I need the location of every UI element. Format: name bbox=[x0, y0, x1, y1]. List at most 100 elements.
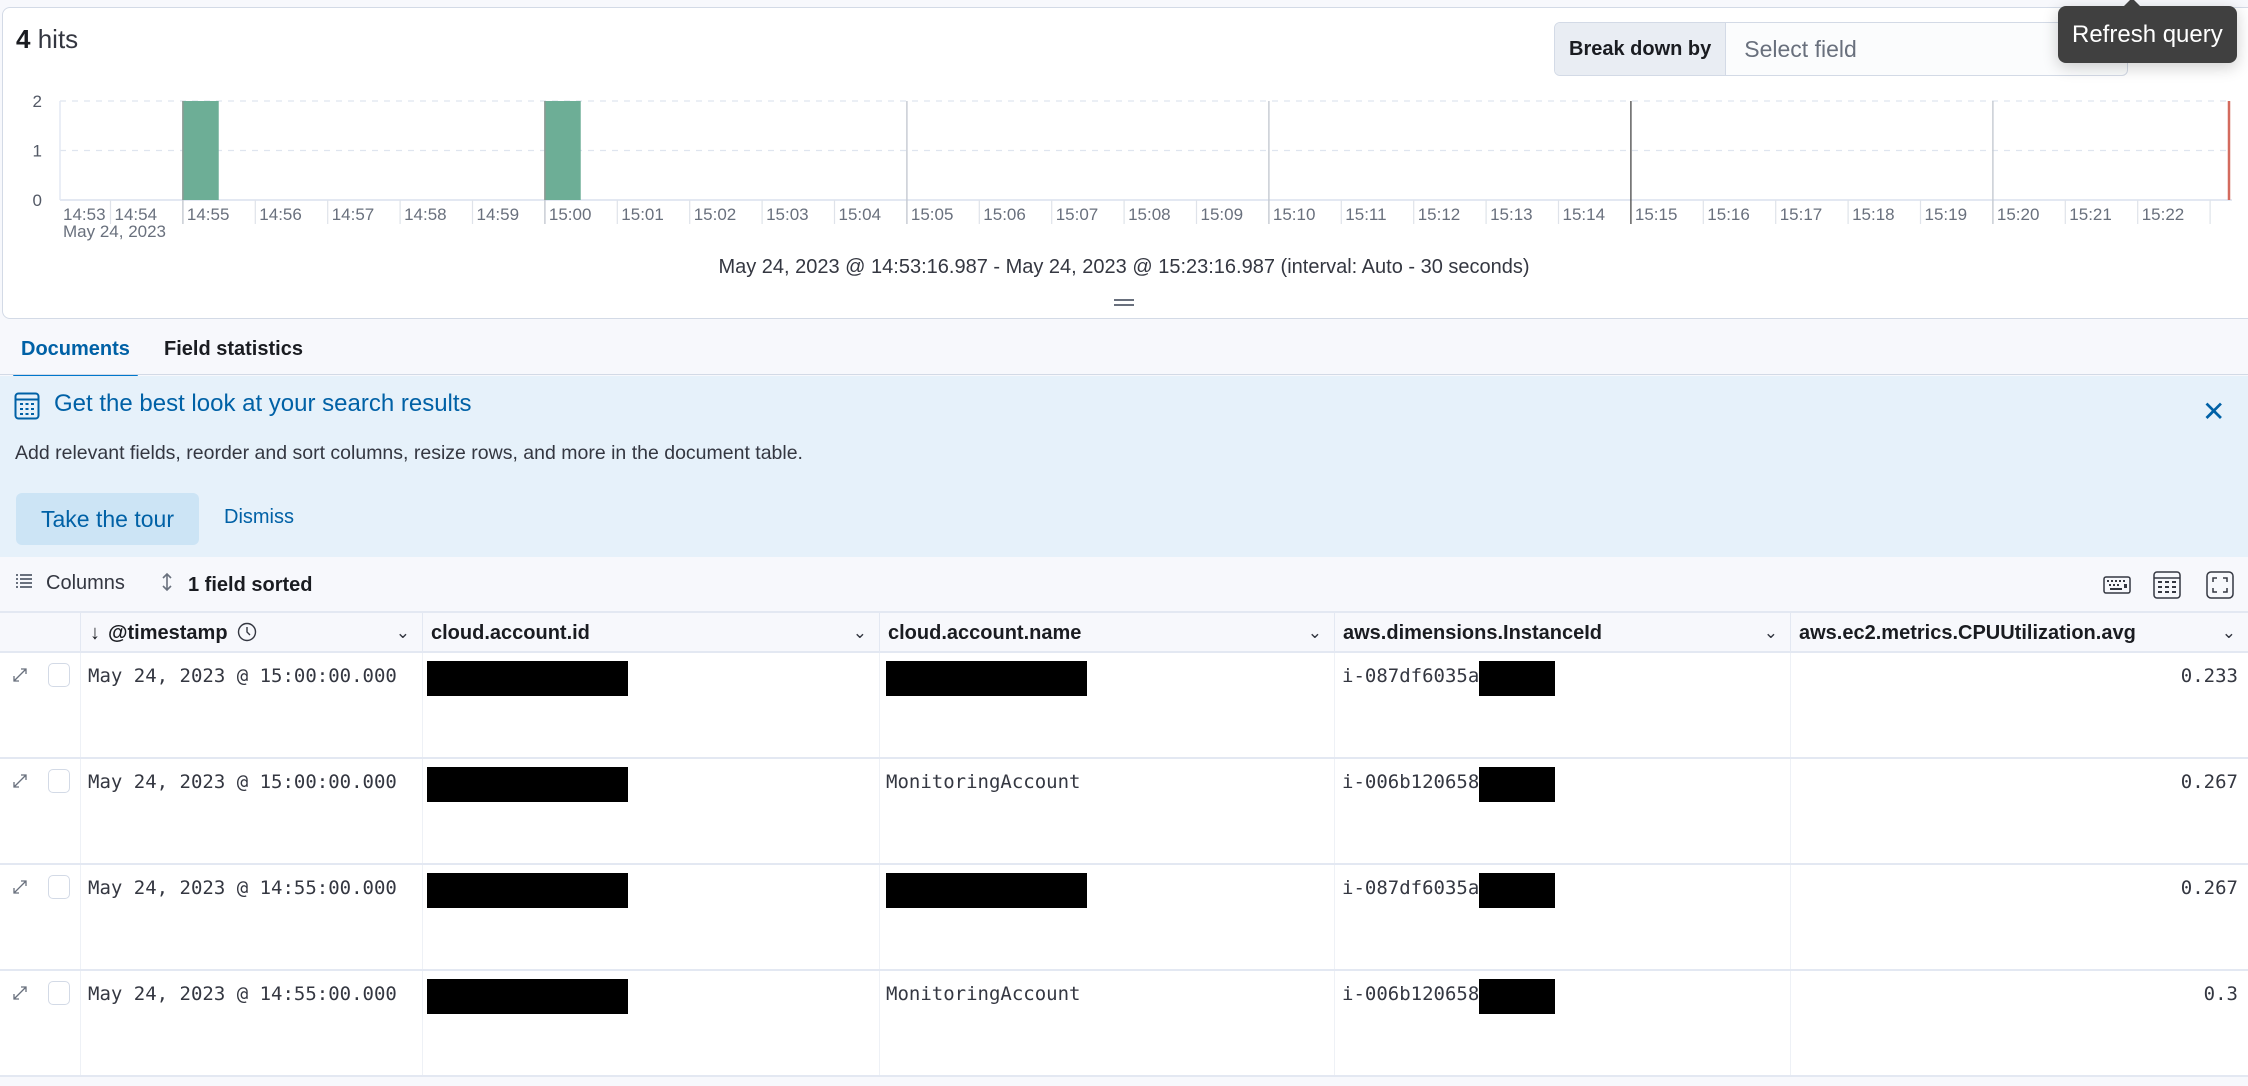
x-tick-label: 15:17 bbox=[1780, 205, 1823, 224]
column-label: cloud.account.name bbox=[888, 622, 1082, 644]
x-tick-label: 15:18 bbox=[1852, 205, 1895, 224]
x-tick-label: 15:09 bbox=[1201, 205, 1244, 224]
instance-id-text: i-087df6035a bbox=[1342, 877, 1480, 899]
take-tour-button[interactable]: Take the tour bbox=[16, 493, 199, 545]
chevron-down-icon[interactable]: ⌄ bbox=[1308, 613, 1322, 653]
keyboard-shortcuts-icon[interactable] bbox=[2103, 576, 2131, 599]
sort-icon bbox=[160, 572, 174, 598]
cell-account-id bbox=[422, 865, 879, 969]
x-tick-label: 15:11 bbox=[1345, 205, 1386, 224]
x-tick-label: 15:16 bbox=[1707, 205, 1750, 224]
column-label: cloud.account.id bbox=[431, 622, 590, 644]
y-tick-label: 1 bbox=[33, 142, 42, 161]
instance-id-text: i-006b120658 bbox=[1342, 983, 1480, 1005]
expand-icon[interactable] bbox=[10, 771, 30, 796]
chevron-down-icon[interactable]: ⌄ bbox=[853, 613, 867, 653]
hits-number: 4 bbox=[16, 24, 31, 54]
x-tick-label: 15:02 bbox=[694, 205, 737, 224]
x-tick-label: 14:56 bbox=[259, 205, 302, 224]
row-checkbox[interactable] bbox=[48, 769, 70, 793]
density-icon[interactable] bbox=[2153, 571, 2181, 604]
expand-icon[interactable] bbox=[10, 877, 30, 902]
cell-timestamp: May 24, 2023 @ 14:55:00.000 bbox=[80, 971, 422, 1075]
column-label: aws.ec2.metrics.CPUUtilization.avg bbox=[1799, 622, 2136, 644]
x-axis-date-label: May 24, 2023 bbox=[63, 222, 166, 241]
column-header-timestamp[interactable]: ↓ @timestamp ⌄ bbox=[80, 613, 422, 653]
column-header-instance-id[interactable]: aws.dimensions.InstanceId ⌄ bbox=[1334, 613, 1790, 653]
expand-icon[interactable] bbox=[10, 983, 30, 1008]
dismiss-button[interactable]: Dismiss bbox=[224, 506, 294, 529]
redacted-block bbox=[427, 979, 628, 1014]
row-checkbox[interactable] bbox=[48, 663, 70, 687]
redacted-block bbox=[1479, 873, 1556, 908]
histogram-bar bbox=[544, 101, 581, 200]
x-tick-label: 15:15 bbox=[1635, 205, 1678, 224]
cell-instance-id: i-087df6035a bbox=[1334, 653, 1790, 757]
callout-description: Add relevant fields, reorder and sort co… bbox=[15, 442, 803, 464]
x-tick-label: 15:05 bbox=[911, 205, 954, 224]
chevron-down-icon[interactable]: ⌄ bbox=[1764, 613, 1778, 653]
x-tick-label: 15:01 bbox=[621, 205, 664, 224]
x-tick-label: 15:21 bbox=[2069, 205, 2112, 224]
y-tick-label: 2 bbox=[33, 92, 42, 111]
row-controls bbox=[0, 759, 80, 863]
columns-button[interactable]: Columns bbox=[16, 572, 125, 595]
table-row: May 24, 2023 @ 14:55:00.000 MonitoringAcc… bbox=[0, 971, 2248, 1077]
x-tick-label: 14:55 bbox=[187, 205, 230, 224]
expand-icon[interactable] bbox=[10, 665, 30, 690]
column-header-cloud-account-name[interactable]: cloud.account.name ⌄ bbox=[879, 613, 1334, 653]
cell-cpu-utilization: 0.267 bbox=[1790, 759, 2248, 863]
cell-account-name bbox=[879, 865, 1334, 969]
hits-label: hits bbox=[37, 24, 79, 54]
column-header-cpu-utilization[interactable]: aws.ec2.metrics.CPUUtilization.avg ⌄ bbox=[1790, 613, 2248, 653]
x-tick-label: 15:12 bbox=[1418, 205, 1461, 224]
x-tick-label: 14:59 bbox=[477, 205, 520, 224]
x-tick-label: 14:57 bbox=[332, 205, 375, 224]
hits-count: 4 hits bbox=[16, 24, 78, 55]
cell-timestamp: May 24, 2023 @ 15:00:00.000 bbox=[80, 759, 422, 863]
chevron-down-icon[interactable]: ⌄ bbox=[2222, 613, 2236, 653]
view-tabs: Documents Field statistics bbox=[0, 322, 2248, 379]
row-checkbox[interactable] bbox=[48, 875, 70, 899]
x-tick-label: 15:06 bbox=[983, 205, 1026, 224]
cell-instance-id: i-006b120658 bbox=[1334, 759, 1790, 863]
cell-account-id bbox=[422, 971, 879, 1075]
fullscreen-icon[interactable] bbox=[2206, 571, 2234, 604]
cell-account-name: MonitoringAccount bbox=[879, 759, 1334, 863]
row-controls bbox=[0, 971, 80, 1075]
panel-resize-handle[interactable] bbox=[1114, 295, 1134, 309]
sort-desc-icon: ↓ bbox=[90, 622, 100, 644]
tour-callout: Get the best look at your search results… bbox=[0, 376, 2248, 557]
hits-histogram-chart: 01214:53 14:54 14:55 14:56 14:57 14:58 14:59 15… bbox=[33, 92, 2232, 241]
cell-timestamp: May 24, 2023 @ 15:00:00.000 bbox=[80, 653, 422, 757]
refresh-query-tooltip: Refresh query bbox=[2058, 0, 2237, 63]
redacted-block bbox=[427, 873, 628, 908]
cell-account-name: MonitoringAccount bbox=[879, 971, 1334, 1075]
row-checkbox[interactable] bbox=[48, 981, 70, 1005]
list-icon bbox=[16, 572, 32, 595]
cell-instance-id: i-087df6035a bbox=[1334, 865, 1790, 969]
tab-documents[interactable]: Documents bbox=[13, 338, 138, 379]
close-icon[interactable]: ✕ bbox=[2202, 398, 2225, 426]
cell-account-id bbox=[422, 759, 879, 863]
breakdown-select[interactable]: Break down by Select field bbox=[1554, 22, 2128, 76]
chevron-down-icon[interactable]: ⌄ bbox=[396, 613, 410, 653]
sort-button[interactable]: 1 field sorted bbox=[160, 572, 312, 598]
cell-cpu-utilization: 0.233 bbox=[1790, 653, 2248, 757]
cell-timestamp: May 24, 2023 @ 14:55:00.000 bbox=[80, 865, 422, 969]
breakdown-label: Break down by bbox=[1555, 23, 1727, 75]
cell-account-name bbox=[879, 653, 1334, 757]
x-tick-label: 15:19 bbox=[1925, 205, 1968, 224]
table-row: May 24, 2023 @ 15:00:00.000 i-087df6035a 0… bbox=[0, 653, 2248, 759]
x-tick-label: 15:14 bbox=[1563, 205, 1606, 224]
redacted-block bbox=[1479, 979, 1556, 1014]
y-tick-label: 0 bbox=[33, 191, 42, 210]
tab-field-statistics[interactable]: Field statistics bbox=[164, 338, 303, 361]
callout-title: Get the best look at your search results bbox=[54, 390, 472, 417]
table-row: May 24, 2023 @ 15:00:00.000 MonitoringAcc… bbox=[0, 759, 2248, 865]
row-controls bbox=[0, 865, 80, 969]
column-label: aws.dimensions.InstanceId bbox=[1343, 622, 1602, 644]
cell-account-id bbox=[422, 653, 879, 757]
table-header-row: ↓ @timestamp ⌄ cloud.account.id ⌄ cloud.ac… bbox=[0, 611, 2248, 653]
column-header-cloud-account-id[interactable]: cloud.account.id ⌄ bbox=[422, 613, 879, 653]
